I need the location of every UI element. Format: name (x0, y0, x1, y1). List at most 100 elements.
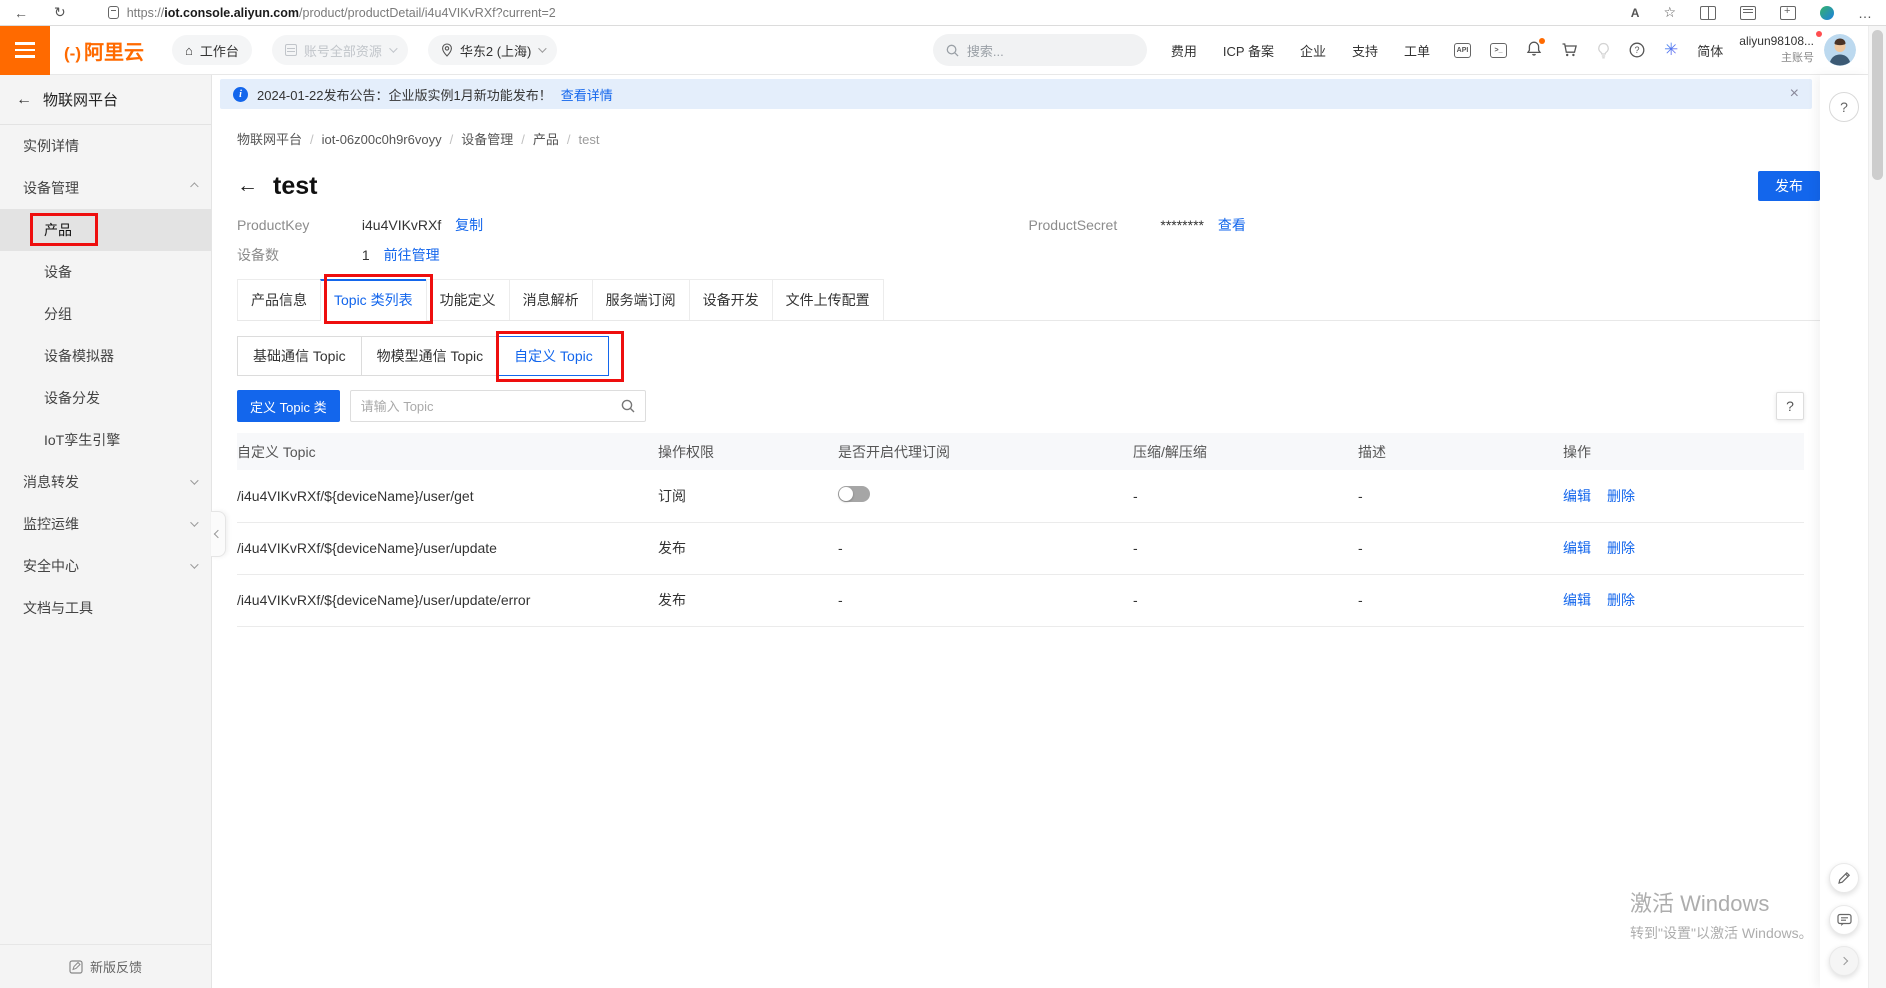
delete-link[interactable]: 删除 (1607, 540, 1635, 556)
tab-feature-definition[interactable]: 功能定义 (426, 279, 509, 320)
publish-button[interactable]: 发布 (1758, 171, 1820, 201)
tab-file-upload-config[interactable]: 文件上传配置 (772, 279, 884, 320)
partner-star-icon[interactable]: ✳ (1664, 40, 1678, 60)
sidebar-item-iot-twin-engine[interactable]: IoT孪生引擎 (0, 419, 211, 461)
subtab-model-topic[interactable]: 物模型通信 Topic (361, 336, 500, 376)
actions-cell: 编辑删除 (1550, 574, 1804, 626)
tab-message-parsing[interactable]: 消息解析 (509, 279, 592, 320)
site-info-icon[interactable] (108, 6, 119, 19)
view-secret-link[interactable]: 查看 (1218, 217, 1246, 233)
sidebar-item-product[interactable]: 产品 (0, 209, 211, 251)
expand-float-button[interactable] (1829, 946, 1859, 976)
help-button[interactable]: ? (1776, 392, 1804, 420)
collections-icon[interactable] (1740, 6, 1756, 20)
breadcrumb-item[interactable]: iot-06z00c0h9r6voyy (322, 132, 442, 147)
edit-link[interactable]: 编辑 (1563, 488, 1591, 504)
lightbulb-icon[interactable] (1597, 42, 1610, 59)
sidebar-item-device-management[interactable]: 设备管理 (0, 167, 211, 209)
nav-item-billing[interactable]: 费用 (1171, 41, 1197, 60)
page-url: https://iot.console.aliyun.com/product/p… (127, 6, 556, 20)
topic-search-box (350, 390, 646, 422)
help-circle-icon[interactable]: ? (1629, 42, 1645, 58)
announcement-detail-link[interactable]: 查看详情 (561, 85, 613, 104)
account-resources-dropdown[interactable]: 账号全部资源 (272, 35, 408, 65)
notifications-bell-icon[interactable] (1526, 40, 1542, 60)
sidebar-item-device-simulator[interactable]: 设备模拟器 (0, 335, 211, 377)
sidebar-item-message-forwarding[interactable]: 消息转发 (0, 461, 211, 503)
sidebar-back-icon[interactable]: ← (16, 91, 32, 109)
favorites-icon[interactable]: ☆ (1663, 4, 1676, 21)
extensions-icon[interactable] (1780, 6, 1796, 20)
tab-topic-list[interactable]: Topic 类列表 (320, 279, 426, 320)
sidebar-title: 物联网平台 (43, 89, 118, 110)
delete-link[interactable]: 删除 (1607, 488, 1635, 504)
breadcrumb-item[interactable]: 物联网平台 (237, 132, 302, 147)
help-float-button[interactable]: ? (1829, 92, 1859, 122)
account-info[interactable]: aliyun98108... 主账号 (1739, 34, 1814, 65)
edit-link[interactable]: 编辑 (1563, 592, 1591, 608)
product-tabs: 产品信息 Topic 类列表 功能定义 消息解析 服务端订阅 设备开发 文件上传… (237, 279, 1820, 321)
browser-back-icon[interactable]: ← (14, 5, 28, 21)
chevron-down-icon (190, 560, 198, 568)
search-icon[interactable] (621, 399, 635, 413)
workbench-button[interactable]: ⌂ 工作台 (172, 35, 252, 65)
tab-device-development[interactable]: 设备开发 (689, 279, 772, 320)
product-secret-value: ******** (1160, 217, 1204, 233)
topic-search-input[interactable] (361, 399, 621, 414)
cart-icon[interactable] (1561, 42, 1578, 58)
cloudshell-terminal-icon[interactable]: >_ (1490, 43, 1507, 58)
feedback-float-button[interactable] (1829, 905, 1859, 935)
manage-devices-link[interactable]: 前往管理 (384, 247, 440, 263)
sidebar-item-group[interactable]: 分组 (0, 293, 211, 335)
browser-profile-avatar[interactable] (1820, 6, 1834, 20)
browser-toolbar: ← ↻ https://iot.console.aliyun.com/produ… (0, 0, 1886, 26)
sidebar-collapse-handle[interactable] (211, 511, 226, 557)
sidebar-item-monitoring-ops[interactable]: 监控运维 (0, 503, 211, 545)
breadcrumb-item[interactable]: 产品 (533, 132, 559, 147)
sidebar-item-security-center[interactable]: 安全中心 (0, 545, 211, 587)
description-cell: - (1345, 574, 1550, 626)
region-selector[interactable]: 华东2 (上海) (428, 35, 558, 65)
split-screen-icon[interactable] (1700, 6, 1716, 20)
nav-item-icp[interactable]: ICP 备案 (1223, 41, 1274, 60)
sidebar-item-device[interactable]: 设备 (0, 251, 211, 293)
subtab-custom-topic[interactable]: 自定义 Topic (498, 336, 609, 376)
edit-float-button[interactable] (1829, 863, 1859, 893)
account-notification-dot (1816, 31, 1822, 37)
define-topic-button[interactable]: 定义 Topic 类 (237, 390, 340, 422)
avatar[interactable] (1824, 34, 1856, 66)
api-icon[interactable]: API (1454, 43, 1471, 58)
sidebar-item-docs-tools[interactable]: 文档与工具 (0, 587, 211, 629)
breadcrumb-item[interactable]: 设备管理 (461, 132, 513, 147)
language-switch[interactable]: 简体 (1697, 41, 1723, 60)
read-aloud-icon[interactable]: A (1631, 6, 1640, 20)
subtab-basic-topic[interactable]: 基础通信 Topic (237, 336, 362, 376)
compression-cell: - (1120, 574, 1345, 626)
tab-product-info[interactable]: 产品信息 (237, 279, 320, 320)
nav-item-tickets[interactable]: 工单 (1404, 41, 1430, 60)
page-scrollbar[interactable] (1868, 26, 1886, 988)
more-menu-icon[interactable]: … (1858, 5, 1872, 21)
chevron-left-icon (214, 530, 222, 538)
edit-link[interactable]: 编辑 (1563, 540, 1591, 556)
table-row: /i4u4VIKvRXf/${deviceName}/user/update 发… (237, 522, 1804, 574)
copy-product-key-link[interactable]: 复制 (455, 217, 483, 233)
scrollbar-thumb[interactable] (1872, 30, 1883, 180)
sidebar-item-instance-detail[interactable]: 实例详情 (0, 125, 211, 167)
delete-link[interactable]: 删除 (1607, 592, 1635, 608)
proxy-subscribe-toggle[interactable] (838, 486, 870, 502)
sidebar-item-device-distribution[interactable]: 设备分发 (0, 377, 211, 419)
hamburger-menu-button[interactable] (0, 26, 50, 75)
page-back-icon[interactable]: ← (237, 174, 258, 198)
browser-refresh-icon[interactable]: ↻ (54, 4, 66, 21)
tab-server-subscription[interactable]: 服务端订阅 (592, 279, 689, 320)
nav-item-enterprise[interactable]: 企业 (1300, 41, 1326, 60)
address-bar[interactable]: https://iot.console.aliyun.com/product/p… (108, 6, 556, 20)
feedback-button[interactable]: 新版反馈 (0, 944, 211, 988)
aliyun-logo[interactable]: (-) 阿里云 (64, 36, 144, 65)
banner-close-icon[interactable]: × (1790, 85, 1799, 103)
col-permission: 操作权限 (645, 433, 825, 470)
chevron-down-icon (190, 518, 198, 526)
global-search-input[interactable]: 搜索... (933, 34, 1147, 66)
nav-item-support[interactable]: 支持 (1352, 41, 1378, 60)
